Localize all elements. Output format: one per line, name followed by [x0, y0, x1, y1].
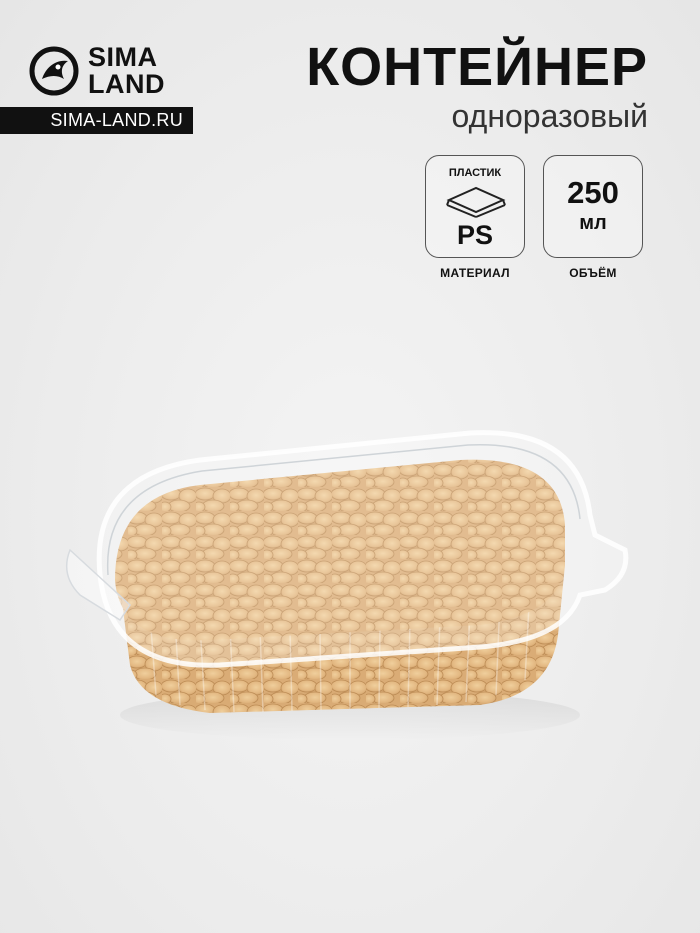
logo-url: SIMA-LAND.RU — [0, 107, 193, 134]
logo-line-1: SIMA — [88, 42, 158, 72]
lion-icon — [29, 46, 79, 96]
material-badge: ПЛАСТИК PS — [425, 155, 525, 258]
logo-line-2: LAND — [88, 69, 165, 99]
product-title: КОНТЕЙНЕР одноразовый — [306, 38, 648, 134]
plastic-label: ПЛАСТИК — [448, 167, 502, 179]
material-caption: МАТЕРИАЛ — [440, 266, 510, 280]
volume-caption: ОБЪЁМ — [569, 266, 617, 280]
title-subtitle: одноразовый — [451, 98, 648, 134]
logo-wordmark: SIMA LAND — [88, 44, 165, 98]
volume-badge: 250 мл — [543, 155, 643, 258]
title-main: КОНТЕЙНЕР — [306, 37, 648, 97]
brand-logo: SIMA LAND SIMA-LAND.RU — [0, 40, 195, 135]
plastic-layers-icon — [446, 186, 506, 218]
material-code: PS — [456, 220, 494, 250]
product-image — [65, 430, 629, 740]
volume-unit: мл — [579, 212, 607, 234]
volume-value: 250 — [567, 175, 619, 210]
